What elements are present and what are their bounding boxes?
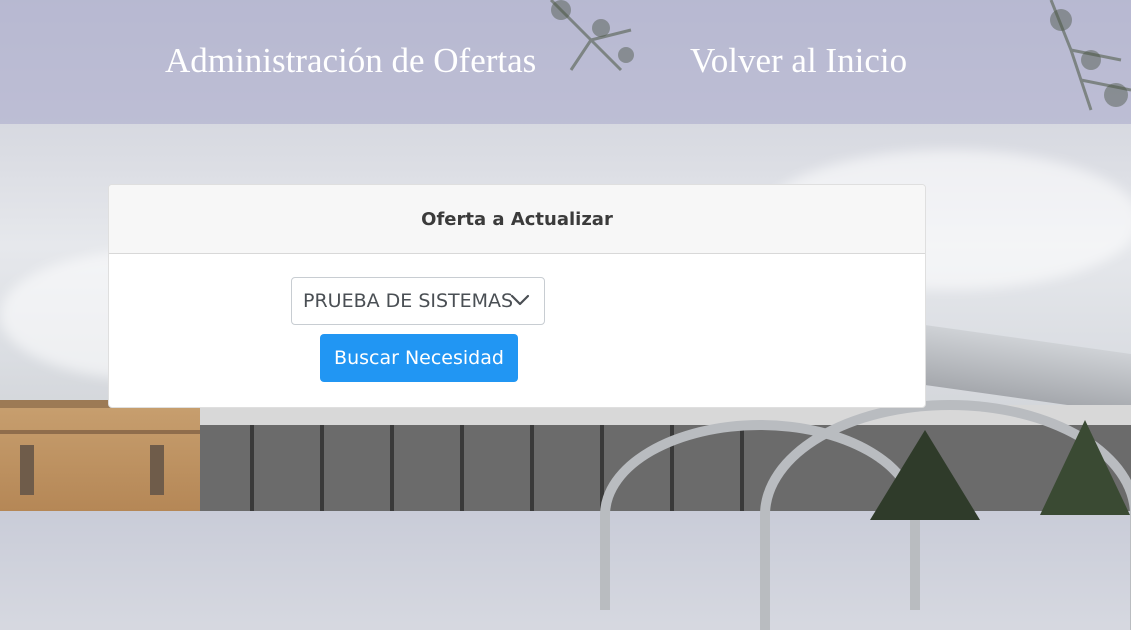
offer-select[interactable]: PRUEBA DE SISTEMAS xyxy=(291,277,545,325)
tree-shape xyxy=(1040,420,1130,515)
truss-beam xyxy=(460,425,464,511)
building-window xyxy=(150,445,164,495)
card-title: Oferta a Actualizar xyxy=(421,208,613,230)
card-header: Oferta a Actualizar xyxy=(109,185,925,254)
chevron-down-icon xyxy=(510,294,530,306)
truss-beam xyxy=(390,425,394,511)
building-window xyxy=(20,445,34,495)
truss-beam xyxy=(530,425,534,511)
nav-link-admin-offers[interactable]: Administración de Ofertas xyxy=(165,40,536,82)
building-stripe xyxy=(0,430,200,434)
nav-link-back-home[interactable]: Volver al Inicio xyxy=(690,40,907,82)
truss-beam xyxy=(250,425,254,511)
tree-shape xyxy=(870,430,980,520)
offer-update-card: Oferta a Actualizar PRUEBA DE SISTEMAS B… xyxy=(108,184,926,408)
search-need-button[interactable]: Buscar Necesidad xyxy=(320,334,518,382)
top-navbar: Administración de Ofertas Volver al Inic… xyxy=(0,0,1131,124)
truss-beam xyxy=(320,425,324,511)
offer-select-value: PRUEBA DE SISTEMAS xyxy=(303,290,514,312)
